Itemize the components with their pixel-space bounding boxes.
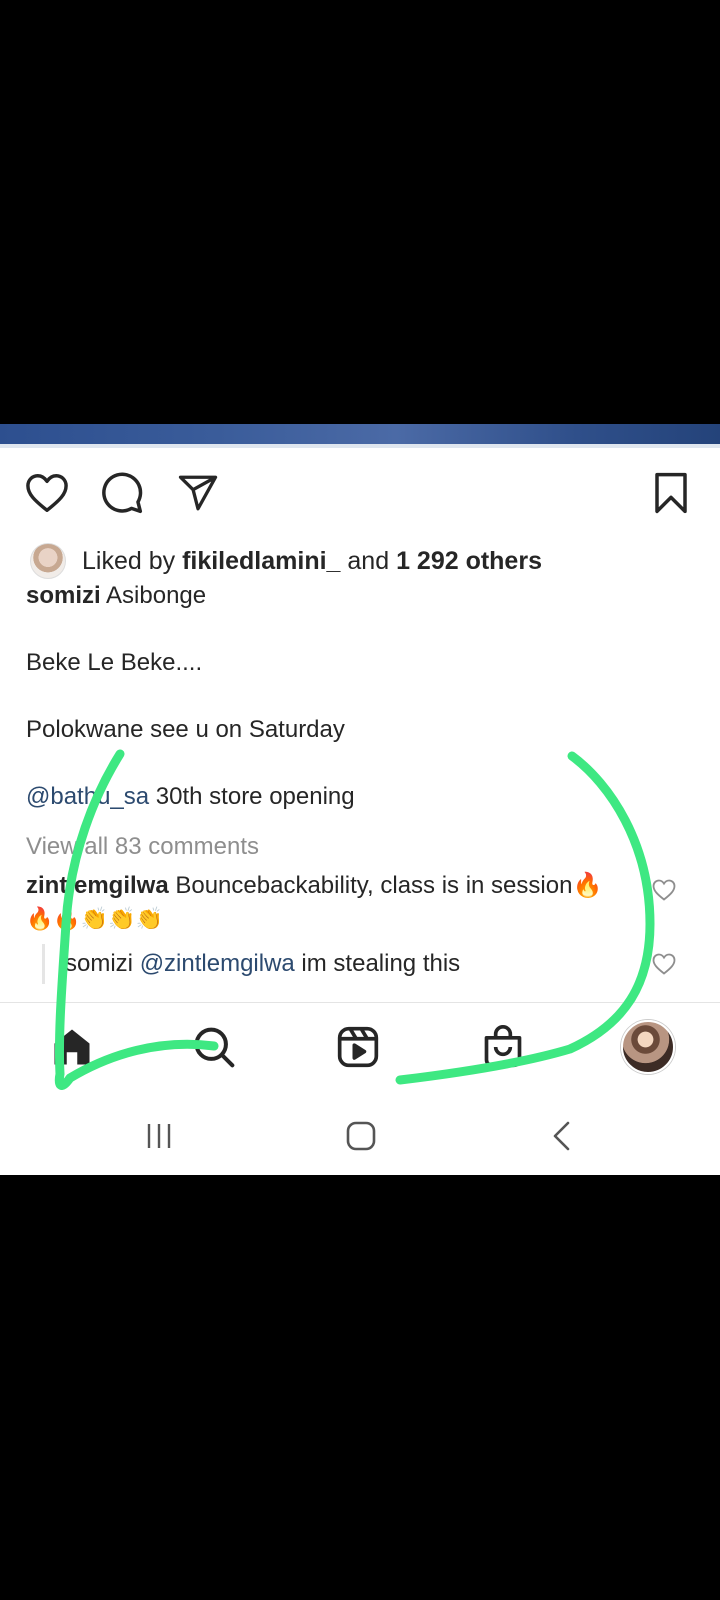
liker-avatar [30,543,66,579]
back-button[interactable] [537,1114,587,1158]
like-button[interactable] [22,468,72,518]
likes-count[interactable]: 1 292 others [396,547,542,575]
bottom-navigation [0,1002,720,1095]
comment-text: Bouncebackability, class is in session [168,872,573,899]
share-button[interactable] [173,468,223,518]
caption-author[interactable]: somizi [26,582,101,609]
likes-prefix: Liked by [82,546,183,575]
reply-row: somizi @zintlemgilwa im stealing this [42,944,460,984]
heart-icon [26,474,68,512]
reply-author[interactable]: somizi [65,950,133,977]
likes-middle: and [340,546,397,575]
comment-row: zintlemgilwa Bouncebackability, class is… [26,869,626,903]
reply-mention[interactable]: @zintlemgilwa [140,950,295,977]
shop-icon [484,1025,522,1068]
back-icon [553,1121,570,1151]
nav-profile[interactable] [620,1019,676,1075]
caption-line-3: Polokwane see u on Saturday [26,716,345,743]
comment-emoji: 🔥 [572,872,603,899]
nav-search[interactable] [186,1019,242,1075]
caption-line-4: 30th store opening [149,783,355,810]
post-action-bar [0,468,720,522]
comment-button[interactable] [97,468,147,518]
view-all-comments-link[interactable]: View all 83 comments [26,833,259,861]
recents-button[interactable] [134,1114,184,1158]
caption-mention[interactable]: @bathu_sa [26,783,149,810]
bookmark-icon [655,472,687,514]
post-image-bottom-edge[interactable] [0,424,720,448]
comment-author[interactable]: zintlemgilwa [26,872,169,899]
share-icon [178,475,218,511]
post-caption: somizi Asibonge Beke Le Beke.... Polokwa… [26,579,696,814]
system-navigation-bar [0,1094,720,1175]
caption-line-2: Beke Le Beke.... [26,649,203,676]
nav-reels[interactable] [330,1019,386,1075]
comment-emoji-row: 🔥🔥👏👏👏 [26,906,163,931]
liker-username[interactable]: fikiledlamini_ [182,547,340,575]
comment-like-heart-icon[interactable] [652,878,676,902]
reels-icon [337,1026,379,1068]
caption-line-1: Asibonge [100,582,207,609]
reply-text: im stealing this [294,950,461,977]
home-circle-icon [346,1121,376,1151]
search-icon [194,1027,235,1068]
likes-summary[interactable]: Liked by fikiledlamini_ and 1 292 others [30,541,542,581]
system-home-button[interactable] [336,1114,386,1158]
nav-shop[interactable] [475,1019,531,1075]
comment-icon [102,472,143,514]
nav-home[interactable] [44,1019,100,1075]
recents-icon [147,1124,171,1148]
home-icon [54,1029,90,1065]
instagram-post-screen: Liked by fikiledlamini_ and 1 292 others… [0,424,720,1175]
likes-text: Liked by fikiledlamini_ and 1 292 others [82,547,542,576]
profile-avatar [621,1020,675,1074]
reply-like-heart-icon[interactable] [652,952,676,976]
save-button[interactable] [646,468,696,518]
